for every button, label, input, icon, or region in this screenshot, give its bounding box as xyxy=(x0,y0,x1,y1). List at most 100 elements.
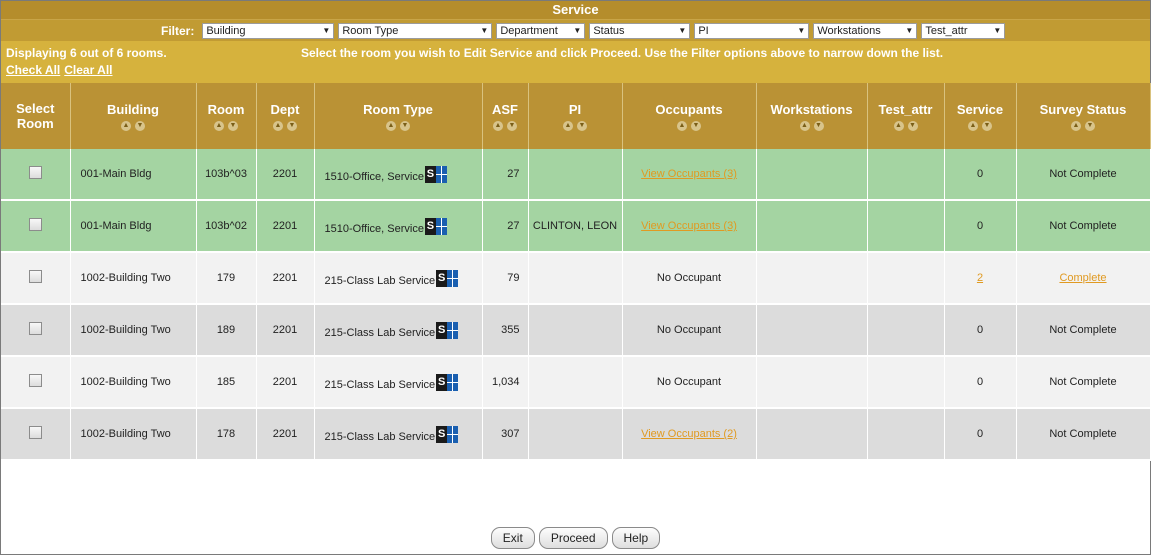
table-row: 001-Main Bldg 103b^03 2201 1510-Office, … xyxy=(1,149,1151,201)
asf-cell: 355 xyxy=(482,304,529,357)
select-room-checkbox[interactable] xyxy=(28,270,42,283)
clear-all-link[interactable]: Clear All xyxy=(64,63,112,77)
sort-up-icon[interactable]: ▲ xyxy=(677,120,687,131)
exit-button[interactable]: Exit xyxy=(490,527,535,549)
column-label: Workstations xyxy=(770,101,853,117)
proceed-button[interactable]: Proceed xyxy=(538,527,608,549)
workstations-cell xyxy=(756,149,868,201)
view-occupants-link[interactable]: View Occupants (3) xyxy=(641,168,737,180)
sort-up-icon[interactable]: ▲ xyxy=(563,120,573,131)
table-row: 1002-Building Two 185 2201 215-Class Lab… xyxy=(1,356,1151,409)
status-filter-select[interactable]: Status ▼ xyxy=(589,22,691,39)
workstations-filter-select[interactable]: Workstations ▼ xyxy=(813,22,918,39)
column-header-room: Room ▲ ▼ xyxy=(196,83,257,149)
room-type-cell: 215-Class Lab Service S xyxy=(314,356,483,409)
room-cell: 178 xyxy=(196,408,257,461)
column-header-survey-status: Survey Status ▲ ▼ xyxy=(1016,83,1151,149)
building-cell: 1002-Building Two xyxy=(70,356,197,409)
service-count-link[interactable]: 2 xyxy=(977,272,983,284)
room-type-filter-select[interactable]: Room Type ▼ xyxy=(338,22,493,39)
select-cell xyxy=(1,252,71,305)
select-room-checkbox[interactable] xyxy=(28,374,42,387)
pi-filter-select[interactable]: PI ▼ xyxy=(694,22,810,39)
service-grid-icon[interactable]: S xyxy=(424,165,447,183)
table-row: 1002-Building Two 189 2201 215-Class Lab… xyxy=(1,304,1151,357)
sort-down-icon[interactable]: ▼ xyxy=(691,120,701,131)
check-all-link[interactable]: Check All xyxy=(6,63,60,77)
service-grid-icon[interactable]: S xyxy=(436,269,459,287)
room-type-cell: 215-Class Lab Service S xyxy=(314,252,483,305)
sort-up-icon[interactable]: ▲ xyxy=(386,120,396,131)
pi-cell xyxy=(528,356,623,409)
action-buttons: Exit Proceed Help xyxy=(1,527,1150,549)
building-cell: 1002-Building Two xyxy=(70,252,197,305)
sort-up-icon[interactable]: ▲ xyxy=(799,120,810,131)
sort-up-icon[interactable]: ▲ xyxy=(214,120,224,131)
occupants-cell: No Occupant xyxy=(622,252,757,305)
department-filter-select[interactable]: Department ▼ xyxy=(496,22,586,39)
room-type-text: 215-Class Lab Service xyxy=(324,378,436,391)
test-attr-cell xyxy=(867,149,945,201)
select-links: Check All Clear All xyxy=(6,63,117,77)
select-value: Room Type xyxy=(342,24,399,37)
sort-up-icon[interactable]: ▲ xyxy=(493,120,503,131)
view-occupants-link[interactable]: View Occupants (3) xyxy=(641,220,737,232)
select-room-checkbox[interactable] xyxy=(28,218,42,231)
sort-up-icon[interactable]: ▲ xyxy=(1071,120,1081,131)
test-attr-cell xyxy=(867,200,945,253)
sort-up-icon[interactable]: ▲ xyxy=(273,120,283,131)
chevron-down-icon: ▼ xyxy=(678,26,687,35)
workstations-cell xyxy=(756,252,868,305)
room-type-text: 215-Class Lab Service xyxy=(324,430,436,443)
column-label: Room xyxy=(207,101,245,117)
sort-down-icon[interactable]: ▼ xyxy=(400,120,410,131)
workstations-cell xyxy=(756,200,868,253)
survey-status-link[interactable]: Complete xyxy=(1059,272,1106,284)
select-cell xyxy=(1,304,71,357)
survey-status-cell: Not Complete xyxy=(1016,356,1151,409)
table-row: 001-Main Bldg 103b^02 2201 1510-Office, … xyxy=(1,200,1151,253)
sort-down-icon[interactable]: ▼ xyxy=(982,120,992,131)
sort-down-icon[interactable]: ▼ xyxy=(135,120,145,131)
view-occupants-link[interactable]: View Occupants (2) xyxy=(641,428,737,440)
service-cell: 0 xyxy=(944,408,1017,461)
room-type-cell: 215-Class Lab Service S xyxy=(314,304,483,357)
service-grid-icon[interactable]: S xyxy=(436,425,459,443)
dept-cell: 2201 xyxy=(256,304,315,357)
column-label: PI xyxy=(568,101,582,117)
sort-down-icon[interactable]: ▼ xyxy=(1085,120,1095,131)
building-cell: 1002-Building Two xyxy=(70,408,197,461)
select-value: PI xyxy=(698,24,709,37)
sort-up-icon[interactable]: ▲ xyxy=(968,120,978,131)
sort-down-icon[interactable]: ▼ xyxy=(577,120,587,131)
sort-up-icon[interactable]: ▲ xyxy=(893,120,904,131)
column-header-pi: PI ▲ ▼ xyxy=(528,83,623,149)
chevron-down-icon: ▼ xyxy=(993,26,1002,35)
room-type-cell: 215-Class Lab Service S xyxy=(314,408,483,461)
sort-up-icon[interactable]: ▲ xyxy=(121,120,131,131)
instructions-text: Select the room you wish to Edit Service… xyxy=(301,46,944,60)
service-grid-icon[interactable]: S xyxy=(436,321,459,339)
workstations-cell xyxy=(756,304,868,357)
sort-down-icon[interactable]: ▼ xyxy=(228,120,238,131)
survey-status-cell: Complete xyxy=(1016,252,1151,305)
sort-down-icon[interactable]: ▼ xyxy=(507,120,517,131)
service-grid-icon[interactable]: S xyxy=(436,373,459,391)
survey-status-cell: Not Complete xyxy=(1016,149,1151,201)
test-attr-filter-select[interactable]: Test_attr ▼ xyxy=(921,22,1006,39)
dept-cell: 2201 xyxy=(256,149,315,201)
select-room-checkbox[interactable] xyxy=(28,426,42,439)
help-button[interactable]: Help xyxy=(611,527,661,549)
service-cell: 0 xyxy=(944,200,1017,253)
service-cell: 2 xyxy=(944,252,1017,305)
sort-down-icon[interactable]: ▼ xyxy=(813,120,824,131)
sort-down-icon[interactable]: ▼ xyxy=(287,120,297,131)
select-room-checkbox[interactable] xyxy=(28,166,42,179)
sort-down-icon[interactable]: ▼ xyxy=(907,120,918,131)
select-room-checkbox[interactable] xyxy=(28,322,42,335)
pi-cell xyxy=(528,149,623,201)
service-grid-icon[interactable]: S xyxy=(424,217,447,235)
building-filter-select[interactable]: Building ▼ xyxy=(202,22,335,39)
room-type-text: 215-Class Lab Service xyxy=(324,326,436,339)
asf-cell: 27 xyxy=(482,200,529,253)
